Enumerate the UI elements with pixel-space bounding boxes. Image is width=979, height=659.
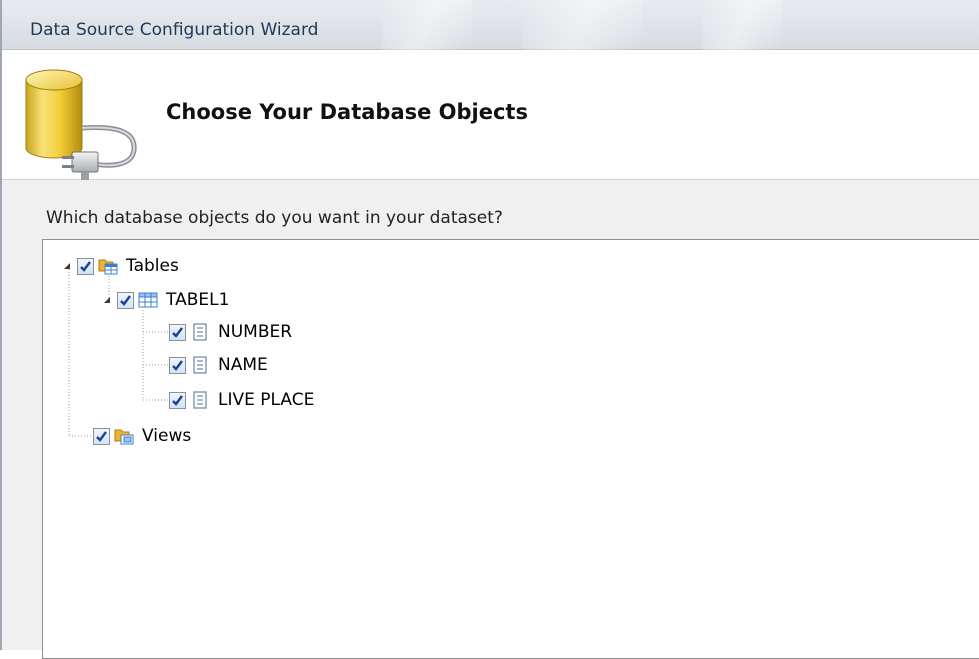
tree-node-label: Views — [142, 426, 192, 446]
tree-node-column-live-place[interactable]: LIVE PLACE — [169, 388, 314, 412]
collapse-arrow-icon[interactable] — [61, 254, 73, 278]
tree-node-tables[interactable]: Tables — [61, 254, 179, 278]
database-objects-tree[interactable]: Tables TABEL1 NUMBER NAME LIVE PLACE Vie… — [42, 239, 979, 659]
page-title: Choose Your Database Objects — [166, 100, 528, 124]
tree-node-label: NAME — [218, 355, 268, 375]
views-checkbox[interactable] — [93, 427, 110, 445]
tree-node-label: NUMBER — [218, 322, 293, 342]
prompt-label: Which database objects do you want in yo… — [46, 208, 503, 228]
database-plug-icon — [25, 69, 137, 180]
column-icon — [190, 322, 210, 342]
window-title: Data Source Configuration Wizard — [30, 20, 319, 40]
title-bar: Data Source Configuration Wizard — [2, 0, 979, 50]
collapse-arrow-icon[interactable] — [101, 288, 113, 312]
tree-node-column-number[interactable]: NUMBER — [169, 320, 292, 344]
views-folder-icon — [114, 426, 134, 446]
tree-node-label: TABEL1 — [166, 290, 230, 310]
wizard-window: Data Source Configuration Wizard Choose … — [0, 0, 979, 659]
tabel1-checkbox[interactable] — [117, 291, 134, 309]
number-checkbox[interactable] — [169, 323, 186, 341]
tree-node-column-name[interactable]: NAME — [169, 353, 268, 377]
column-icon — [190, 390, 210, 410]
tables-checkbox[interactable] — [77, 257, 94, 275]
wizard-header: Choose Your Database Objects — [2, 50, 979, 180]
name-checkbox[interactable] — [169, 356, 186, 374]
tree-node-tabel1[interactable]: TABEL1 — [101, 288, 229, 312]
tree-node-label: Tables — [126, 256, 179, 276]
column-icon — [190, 355, 210, 375]
tables-folder-icon — [98, 256, 118, 276]
tree-node-views[interactable]: Views — [93, 424, 191, 448]
table-grid-icon — [138, 290, 158, 310]
tree-node-label: LIVE PLACE — [218, 390, 315, 410]
live-place-checkbox[interactable] — [169, 391, 186, 409]
